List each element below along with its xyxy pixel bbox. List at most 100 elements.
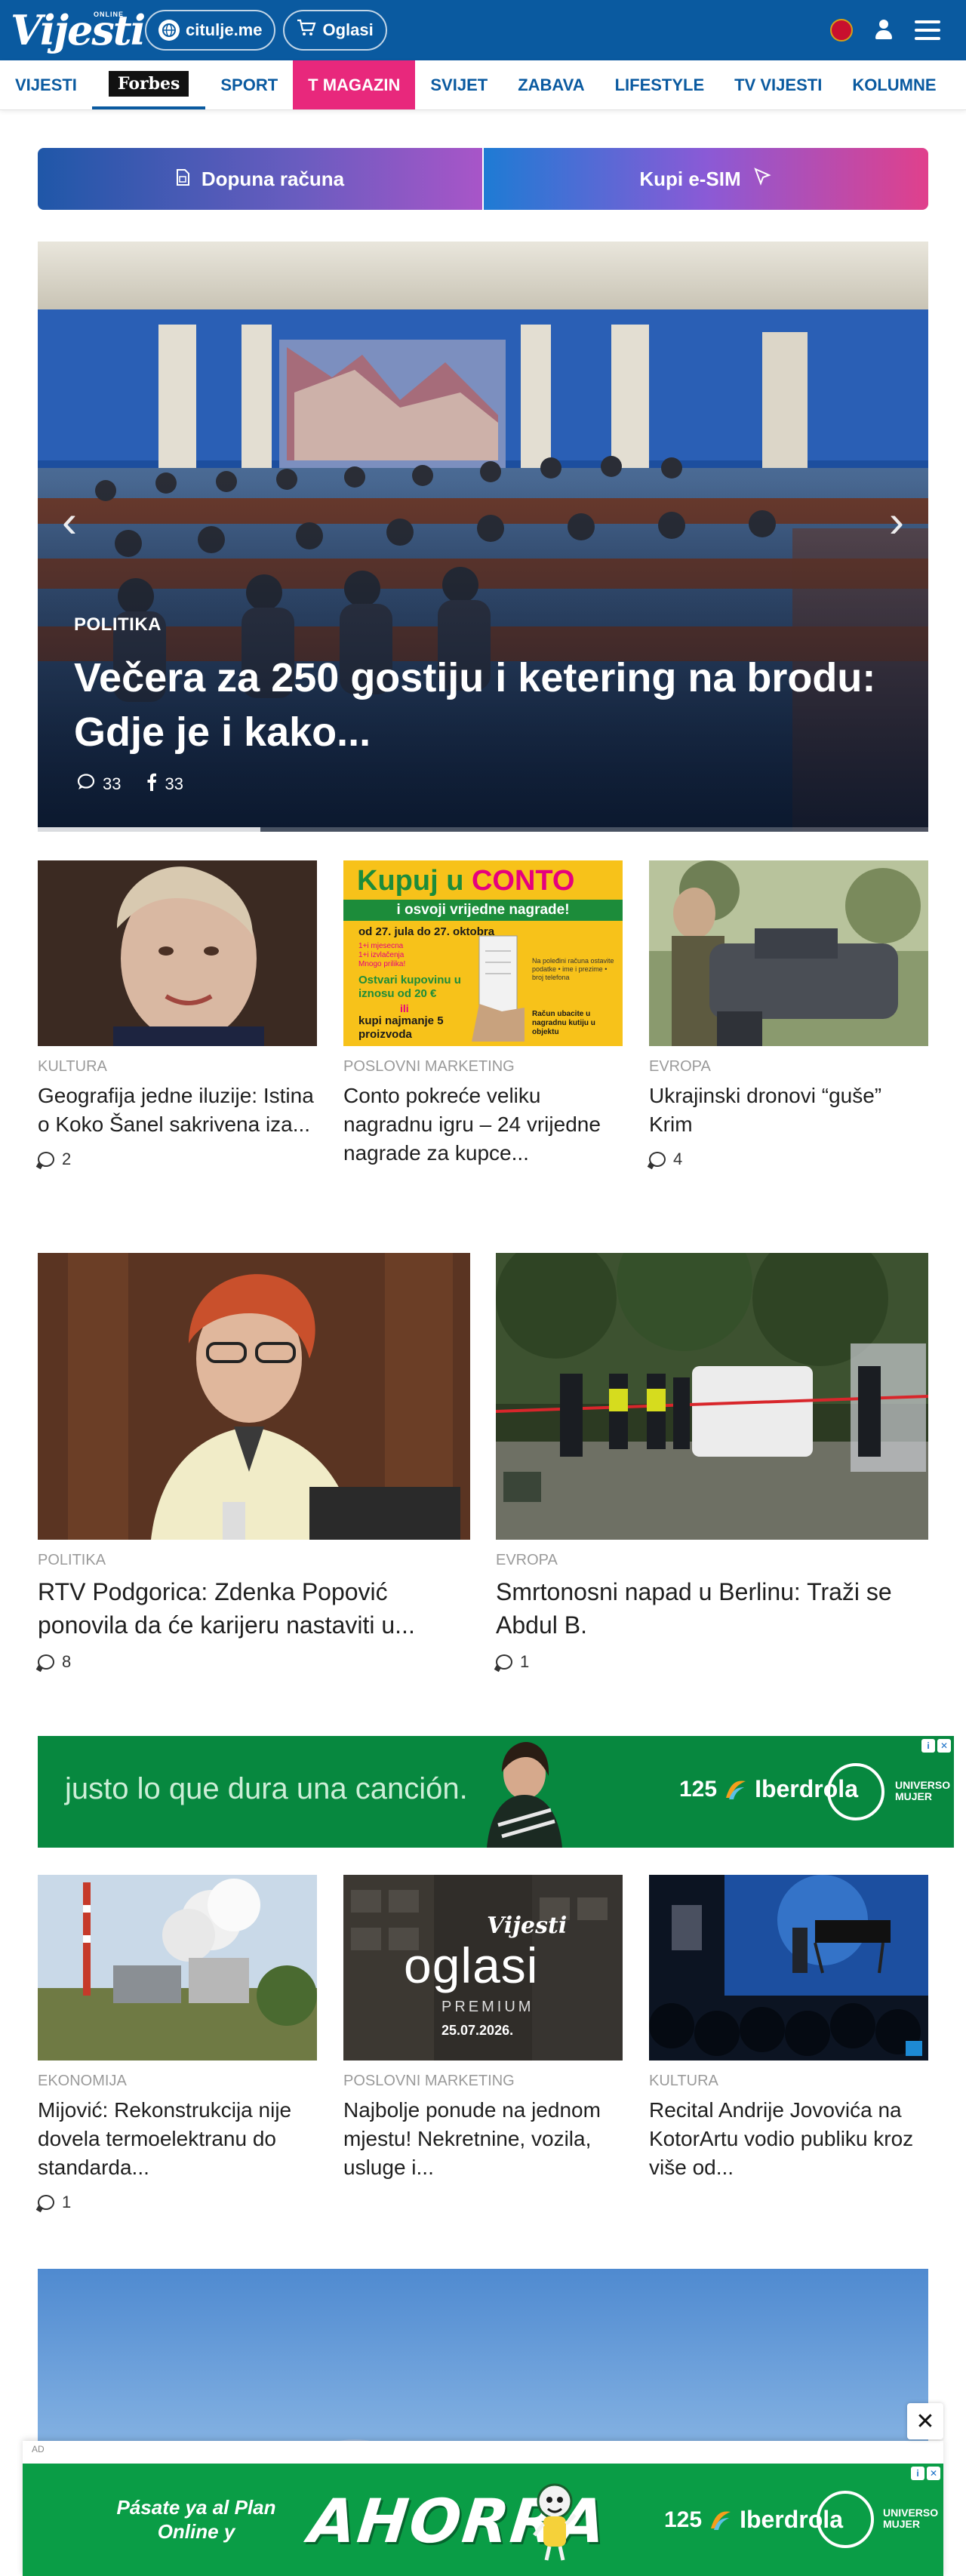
conto-ad-thumbnail[interactable]: Kupuj u CONTO i osvoji vrijedne nagrade!… [343,860,623,1046]
comment-count-value: 4 [673,1150,683,1168]
sim-icon [176,168,189,191]
nav-item-tmagazin[interactable]: T MAGAZIN [293,60,416,109]
oglasi-promo-thumbnail[interactable]: Vijesti oglasi PREMIUM 25.07.2026. [343,1875,623,2060]
hero-next-arrow-icon[interactable]: › [881,491,912,551]
universo-mujer-text: UNIVERSO MUJER [883,2507,939,2530]
comment-icon [77,774,95,795]
comment-icon [38,1152,54,1167]
universo-mujer-logo [827,1763,884,1820]
nav-item-kolumne[interactable]: KOLUMNE [837,60,951,109]
comment-count: 4 [649,1150,928,1169]
ad-choices-icon[interactable]: i ✕ [911,2467,940,2480]
hamburger-menu-icon[interactable] [915,20,940,40]
comment-icon [38,2195,54,2210]
oglasi-ad-word: oglasi [404,1937,539,1993]
iberdrola-ad-banner[interactable]: justo lo que dura una canción. 125 Iberdr… [38,1736,954,1848]
oglasi-link[interactable]: Oglasi [283,10,387,51]
conto-brand: CONTO [471,865,575,897]
sticky-bottom-ad: AD ✕ Pásate ya al Plan Online y AHORRA 1… [23,2403,943,2576]
article-title[interactable]: Geografija jedne iluzije: Istina o Koko … [38,1082,317,1139]
telco-banner: Dopuna računa Kupi e-SIM [38,148,928,210]
ad-number: 125 [664,2507,703,2532]
hero-comment-count: 33 [103,774,122,793]
nav-item-svijet[interactable]: SVIJET [415,60,503,109]
article-title[interactable]: RTV Podgorica: Zdenka Popović ponovila d… [38,1575,470,1642]
kupi-esim-label: Kupi e-SIM [639,167,741,190]
comment-icon [496,1654,512,1670]
nav-item-zabava[interactable]: ZABAVA [503,60,599,109]
article-card[interactable]: POLITIKA RTV Podgorica: Zdenka Popović p… [38,1253,470,1672]
article-card[interactable]: Kupuj u CONTO i osvoji vrijedne nagrade!… [343,860,623,1168]
hero-article[interactable]: ‹ › POLITIKA Večera za 250 gostiju i ket… [38,242,928,832]
ad-slogan: justo lo que dura una canción. [65,1772,468,1805]
article-card[interactable]: KULTURA Recital Andrije Jovovića na Koto… [649,1875,928,2182]
article-card[interactable]: KULTURA Geografija jedne iluzije: Istina… [38,860,317,1169]
article-title[interactable]: Ukrajinski dronovi “guše” Krim [649,1082,928,1139]
article-card[interactable]: Vijesti oglasi PREMIUM 25.07.2026. POSLO… [343,1875,623,2182]
ad-choices-icon[interactable]: i ✕ [921,1739,951,1753]
article-category[interactable]: EVROPA [496,1552,928,1569]
oglasi-ad-tier: PREMIUM [441,1999,534,2015]
globe-icon [158,20,180,41]
ad-label: AD [32,2444,45,2454]
cart-icon [297,19,317,42]
article-title[interactable]: Recital Andrije Jovovića na KotorArtu vo… [649,2096,928,2182]
main-nav: VIJESTI Forbes SPORT T MAGAZIN SVIJET ZA… [0,60,966,110]
vijesti-logo[interactable]: ONLINE Vijesti [11,10,146,51]
dopuna-racuna-label: Dopuna računa [201,167,345,190]
comment-count-value: 8 [62,1652,72,1671]
article-title[interactable]: Smrtonosni napad u Berlinu: Traži se Abd… [496,1575,928,1642]
article-category[interactable]: KULTURA [649,2073,928,2090]
article-category[interactable]: KULTURA [38,1058,317,1076]
nav-item-vijesti[interactable]: VIJESTI [0,60,92,109]
article-category[interactable]: POSLOVNI MARKETING [343,2073,623,2090]
hero-meta: 33 33 [77,773,183,796]
comment-count-value: 2 [62,1150,72,1168]
article-card[interactable]: EKONOMIJA Mijović: Rekonstrukcija nije d… [38,1875,317,2212]
nav-item-lifestyle[interactable]: LIFESTYLE [600,60,720,109]
article-title[interactable]: Conto pokreće veliku nagradnu igru – 24 … [343,1082,623,1168]
universo-mujer-text: UNIVERSO MUJER [895,1779,951,1802]
montenegro-flag-icon[interactable] [830,19,853,42]
hero-share-count: 33 [165,774,183,793]
kupi-esim-button[interactable]: Kupi e-SIM [484,148,928,210]
conto-small1: 1+i mjesecna [358,942,404,950]
article-thumbnail[interactable] [38,1875,317,2060]
hero-title[interactable]: Večera za 250 gostiju i ketering na brod… [74,651,904,759]
comment-icon [38,1654,54,1670]
oglasi-ad-brand: Vijesti [487,1913,568,1939]
user-icon[interactable] [874,20,894,41]
article-category[interactable]: EKONOMIJA [38,2073,317,2090]
dopuna-racuna-button[interactable]: Dopuna računa [38,148,482,210]
hero-prev-arrow-icon[interactable]: ‹ [54,491,85,551]
article-card[interactable]: EVROPA Ukrajinski dronovi “guše” Krim 4 [649,860,928,1169]
nav-item-tv-vijesti[interactable]: TV VIJESTI [719,60,837,109]
conto-note2: Na poleđini računa ostavite podatke • im… [532,957,614,981]
oglasi-label: Oglasi [322,20,374,39]
conto-offer: Ostvari kupovinu u iznosu od 20 € [358,974,461,1000]
article-card[interactable]: EVROPA Smrtonosni napad u Berlinu: Traži… [496,1253,928,1672]
close-ad-button[interactable]: ✕ [907,2403,943,2439]
conto-buy-tail: proizvoda [358,1028,412,1041]
article-category[interactable]: POSLOVNI MARKETING [343,1058,623,1076]
hero-category[interactable]: POLITIKA [74,614,162,636]
iberdrola-sticky-ad[interactable]: Pásate ya al Plan Online y AHORRA 125 Ibe… [23,2464,943,2576]
article-category[interactable]: EVROPA [649,1058,928,1076]
article-title[interactable]: Najbolje ponude na jednom mjestu! Nekret… [343,2096,623,2182]
citulje-link[interactable]: citulje.me [145,10,276,51]
nav-item-forbes[interactable]: Forbes [91,60,206,109]
article-thumbnail[interactable] [38,1253,470,1540]
article-title[interactable]: Mijović: Rekonstrukcija nije dovela term… [38,2096,317,2182]
forbes-logo: Forbes [108,70,189,97]
oglasi-ad-date: 25.07.2026. [441,2023,514,2038]
top-bar: ONLINE Vijesti citulje.me Oglasi [0,0,966,60]
nav-item-sport[interactable]: SPORT [205,60,293,109]
article-thumbnail[interactable] [496,1253,928,1540]
article-category[interactable]: POLITIKA [38,1552,470,1569]
comment-count: 8 [38,1652,470,1672]
conto-or: ili [400,1002,409,1014]
article-thumbnail[interactable] [649,860,928,1046]
article-thumbnail[interactable] [649,1875,928,2060]
ad-pasate-text: Pásate ya al Plan Online y [116,2496,276,2543]
article-thumbnail[interactable] [38,860,317,1046]
